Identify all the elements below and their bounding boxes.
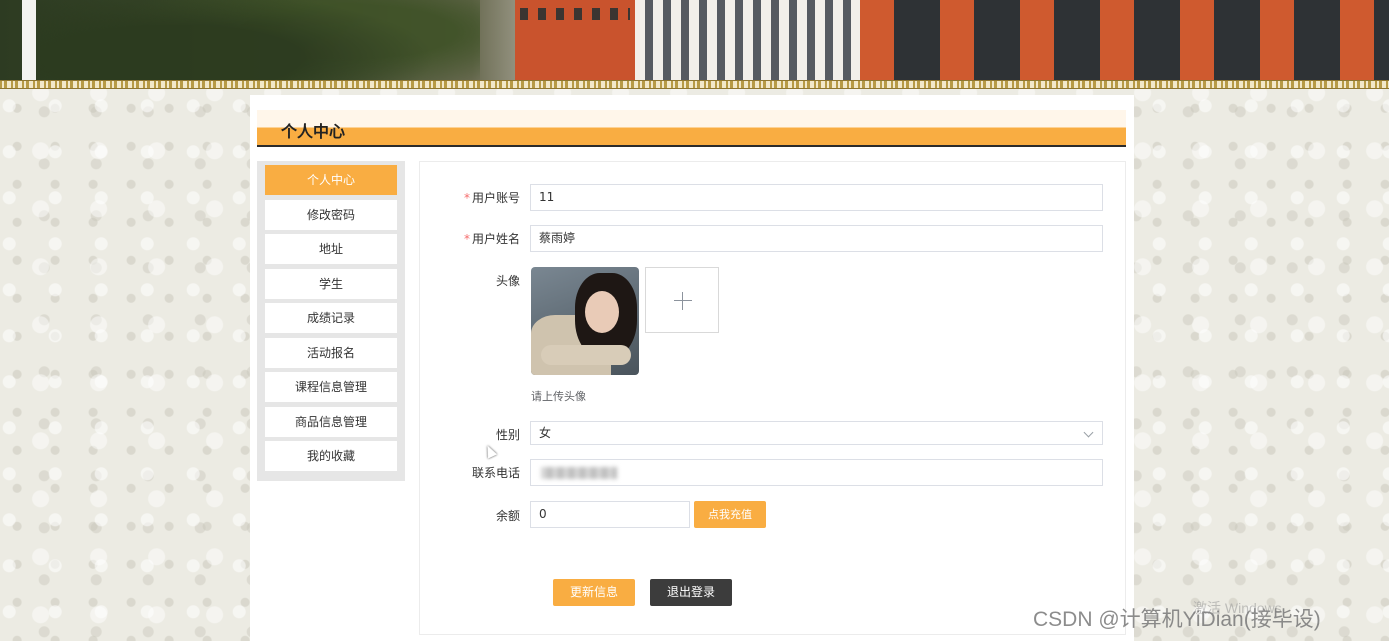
phone-value-blurred — [541, 467, 617, 479]
sidebar-item-course-management[interactable]: 课程信息管理 — [265, 372, 397, 402]
plus-icon — [674, 300, 692, 301]
sidebar-item-activity-signup[interactable]: 活动报名 — [265, 337, 397, 368]
account-input[interactable]: 11 — [530, 184, 1103, 211]
avatar-label: 头像 — [495, 274, 520, 288]
sidebar-item-address[interactable]: 地址 — [265, 234, 397, 264]
header-banner-image — [0, 0, 1389, 80]
title-bar: 个人中心 — [257, 110, 1126, 147]
profile-form: *用户账号 11 *用户姓名 蔡雨婷 头像 请上传头像 性别 女 联系电话 — [419, 161, 1126, 635]
phone-input[interactable] — [530, 459, 1103, 486]
name-label: * 用户姓名 — [463, 232, 520, 246]
sidebar-item-profile[interactable]: 个人中心 — [265, 165, 397, 195]
sidebar-item-students[interactable]: 学生 — [265, 268, 397, 299]
avatar-upload-button[interactable] — [645, 267, 719, 333]
phone-label: 联系电话 — [471, 466, 520, 480]
decorative-border — [0, 80, 1389, 89]
gender-select[interactable]: 女 — [530, 421, 1103, 445]
watermark: CSDN @计算机YiDian(接毕设) — [1033, 608, 1321, 631]
sidebar-item-change-password[interactable]: 修改密码 — [265, 199, 397, 230]
name-input[interactable]: 蔡雨婷 — [530, 225, 1103, 252]
logout-button[interactable]: 退出登录 — [650, 579, 732, 606]
sidebar-menu: 个人中心 修改密码 地址 学生 成绩记录 活动报名 课程信息管理 商品信息管理 … — [257, 161, 405, 481]
sidebar-item-favorites[interactable]: 我的收藏 — [265, 441, 397, 471]
main-panel: 个人中心 个人中心 修改密码 地址 学生 成绩记录 活动报名 课程信息管理 商品… — [250, 95, 1134, 641]
balance-input[interactable]: 0 — [530, 501, 690, 528]
gender-label: 性别 — [495, 428, 520, 442]
recharge-button[interactable]: 点我充值 — [694, 501, 766, 528]
avatar-image[interactable] — [531, 267, 639, 375]
sidebar-item-grade-records[interactable]: 成绩记录 — [265, 303, 397, 333]
required-mark: * — [463, 191, 470, 205]
page-title: 个人中心 — [281, 122, 346, 141]
chevron-down-icon — [1083, 427, 1094, 438]
balance-label: 余额 — [495, 509, 520, 523]
sidebar-item-product-management[interactable]: 商品信息管理 — [265, 406, 397, 437]
update-info-button[interactable]: 更新信息 — [553, 579, 635, 606]
account-label: * 用户账号 — [463, 191, 520, 205]
avatar-upload-hint: 请上传头像 — [531, 390, 586, 403]
gender-select-value: 女 — [539, 426, 552, 440]
required-mark: * — [463, 232, 470, 246]
